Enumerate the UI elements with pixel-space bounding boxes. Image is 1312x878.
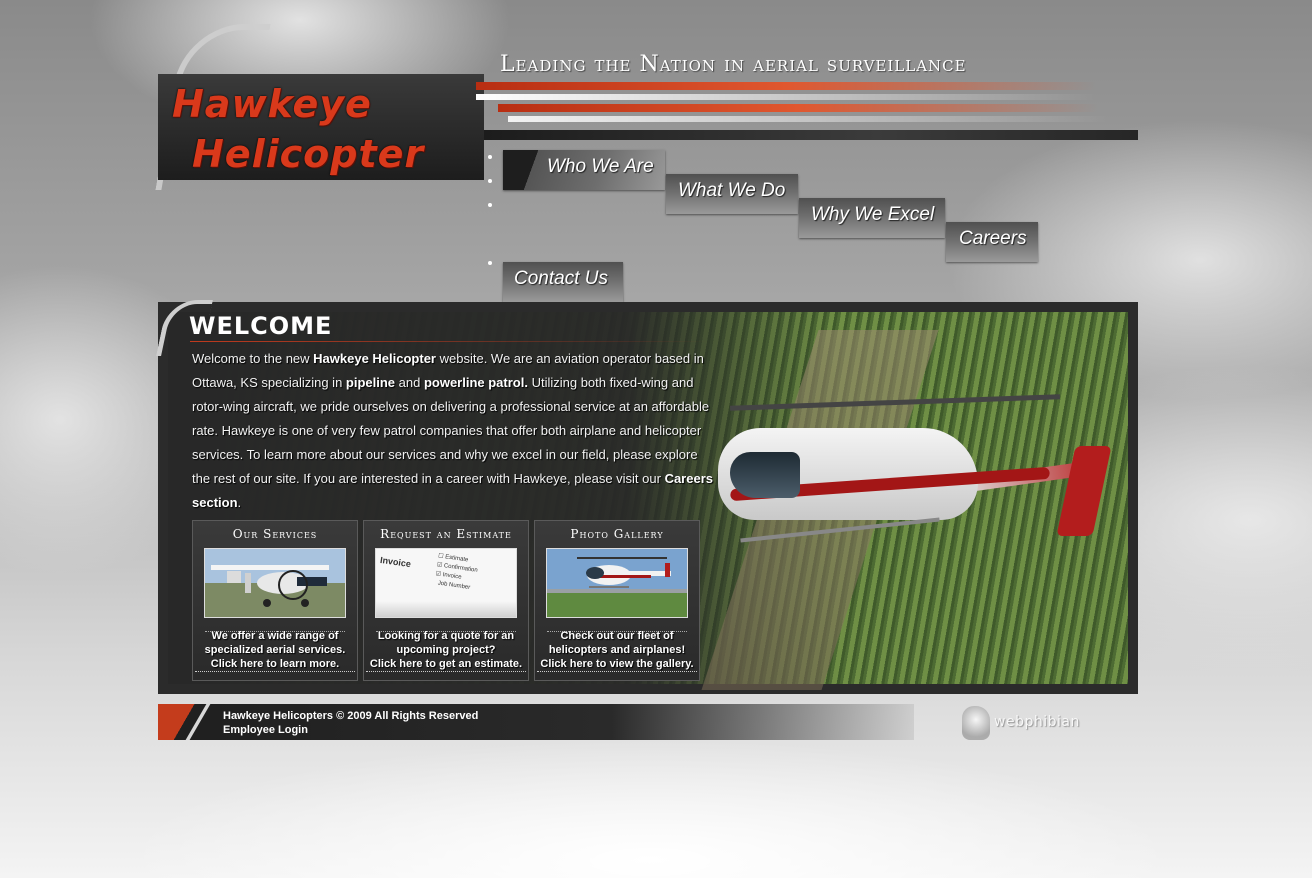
welcome-bold-company: Hawkeye Helicopter (313, 351, 436, 366)
tagline: Leading the Nation in aerial surveillanc… (500, 52, 967, 77)
nav-label: Careers (959, 228, 1027, 249)
welcome-text-part: Welcome to the new (192, 351, 314, 366)
box-text-line: We offer a wide range of (211, 630, 339, 642)
box-text-line: Check out our fleet of (560, 630, 674, 642)
box-text-line: Looking for a quote for an (377, 630, 515, 642)
our-services-box[interactable]: Our Services We offer a wide range of sp… (192, 520, 358, 681)
nav-bullet (488, 179, 492, 183)
box-description: Check out our fleet of helicopters and a… (537, 629, 697, 672)
nav-label: Contact Us (514, 268, 608, 289)
header-stripe-white (508, 116, 1108, 122)
box-title: Our Services (232, 527, 318, 541)
photo-gallery-box[interactable]: Photo Gallery Check out our fleet of hel… (534, 520, 700, 681)
learn-more-link[interactable]: Click here to learn more. (195, 657, 355, 672)
gallery-helicopter-photo[interactable] (546, 548, 688, 618)
helicopter-illustration (547, 549, 687, 617)
nav-who-we-are[interactable]: Who We Are (503, 150, 665, 190)
welcome-bold-pipeline: pipeline (345, 375, 396, 390)
logo-text-helicopter[interactable]: Helicopter (192, 132, 424, 176)
invoice-item-label: Invoice (442, 572, 462, 581)
box-text-line: helicopters and airplanes! (548, 644, 686, 656)
welcome-text-part: Utilizing both fixed-wing and rotor-wing… (192, 375, 710, 486)
welcome-heading: WELCOME (189, 312, 333, 340)
footer-text: Hawkeye Helicopters © 2009 All Rights Re… (223, 709, 478, 737)
nav-label: Who We Are (547, 156, 654, 177)
box-text-line: upcoming project? (396, 644, 496, 656)
nav-careers[interactable]: Careers (946, 222, 1038, 262)
box-description: Looking for a quote for an upcoming proj… (366, 629, 526, 672)
get-estimate-link[interactable]: Click here to get an estimate. (366, 657, 526, 672)
invoice-heading: Invoice (379, 554, 412, 570)
nav-bullet (488, 155, 492, 159)
header-stripe-red (476, 82, 1096, 90)
copyright-text: Hawkeye Helicopters © 2009 All Rights Re… (223, 710, 479, 722)
welcome-bold-powerline: powerline patrol. (423, 375, 528, 390)
credit-text: webphibian (994, 714, 1080, 730)
header-stripe-white (476, 94, 1096, 100)
invoice-photo[interactable]: Invoice ☐ Estimate ☑ Confirmation ☑ Invo… (375, 548, 517, 618)
header-base-bar (484, 130, 1138, 140)
nav-contact-us[interactable]: Contact Us (503, 262, 623, 302)
logo-text-hawkeye[interactable]: Hawkeye (172, 82, 372, 126)
welcome-underline (190, 341, 710, 342)
webphibian-credit[interactable]: webphibian (962, 704, 1102, 740)
frog-logo-icon (962, 706, 990, 740)
view-gallery-link[interactable]: Click here to view the gallery. (537, 657, 697, 672)
airplane-illustration (205, 549, 345, 617)
invoice-shadow (376, 601, 516, 617)
invoice-checklist: ☐ Estimate ☑ Confirmation ☑ Invoice Job … (434, 552, 480, 593)
header-stripe-red (498, 104, 1098, 112)
request-estimate-box[interactable]: Request an Estimate Invoice ☐ Estimate ☑… (363, 520, 529, 681)
box-title: Photo Gallery (570, 527, 664, 541)
nav-what-we-do[interactable]: What We Do (666, 174, 798, 214)
nav-label: What We Do (678, 180, 786, 201)
welcome-text-part: . (237, 495, 242, 510)
nav-bullet (488, 261, 492, 265)
nav-why-we-excel[interactable]: Why We Excel (799, 198, 945, 238)
welcome-text-part: and (395, 375, 424, 390)
welcome-paragraph: Welcome to the new Hawkeye Helicopter we… (192, 347, 716, 515)
airplane-photo[interactable] (204, 548, 346, 618)
box-description: We offer a wide range of specialized aer… (195, 629, 355, 672)
hero-helicopter-window (730, 452, 800, 498)
box-text-line: specialized aerial services. (204, 644, 346, 656)
box-title: Request an Estimate (380, 527, 512, 541)
employee-login-link[interactable]: Employee Login (223, 723, 478, 737)
nav-label: Why We Excel (811, 204, 935, 225)
nav-bullet (488, 203, 492, 207)
